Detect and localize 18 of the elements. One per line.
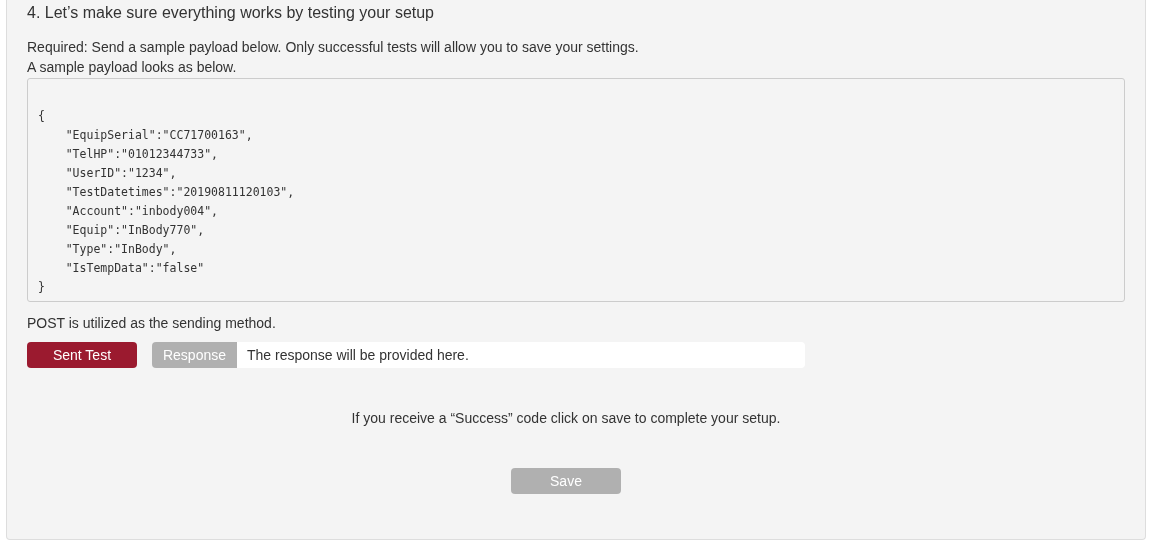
code-line: "IsTempData":"false" xyxy=(64,260,206,277)
code-line: } xyxy=(38,279,46,296)
sent-test-button[interactable]: Sent Test xyxy=(27,342,137,368)
code-line: "Account":"inbody004", xyxy=(64,203,219,220)
instruction-text: A sample payload looks as below. xyxy=(27,58,238,77)
code-line: { xyxy=(38,108,46,125)
instruction-text: Required: Send a sample payload below. Only successful tests will allow you to save your settings. xyxy=(27,38,640,57)
code-line: "Equip":"InBody770", xyxy=(64,222,206,239)
method-note: POST is utilized as the sending method. xyxy=(27,314,277,332)
code-line: "EquipSerial":"CC71700163", xyxy=(64,127,254,144)
code-line: "UserID":"1234", xyxy=(64,165,178,182)
success-note: If you receive a “Success” code click on save to complete your setup. xyxy=(350,409,782,427)
response-label: Response xyxy=(152,342,237,368)
response-field[interactable]: The response will be provided here. xyxy=(237,342,805,368)
code-line: "TelHP":"01012344733", xyxy=(64,146,219,163)
code-line: "TestDatetimes":"20190811120103", xyxy=(64,184,296,201)
code-line: "Type":"InBody", xyxy=(64,241,178,258)
section-title: 4. Let’s make sure everything works by testing your setup xyxy=(27,3,435,23)
